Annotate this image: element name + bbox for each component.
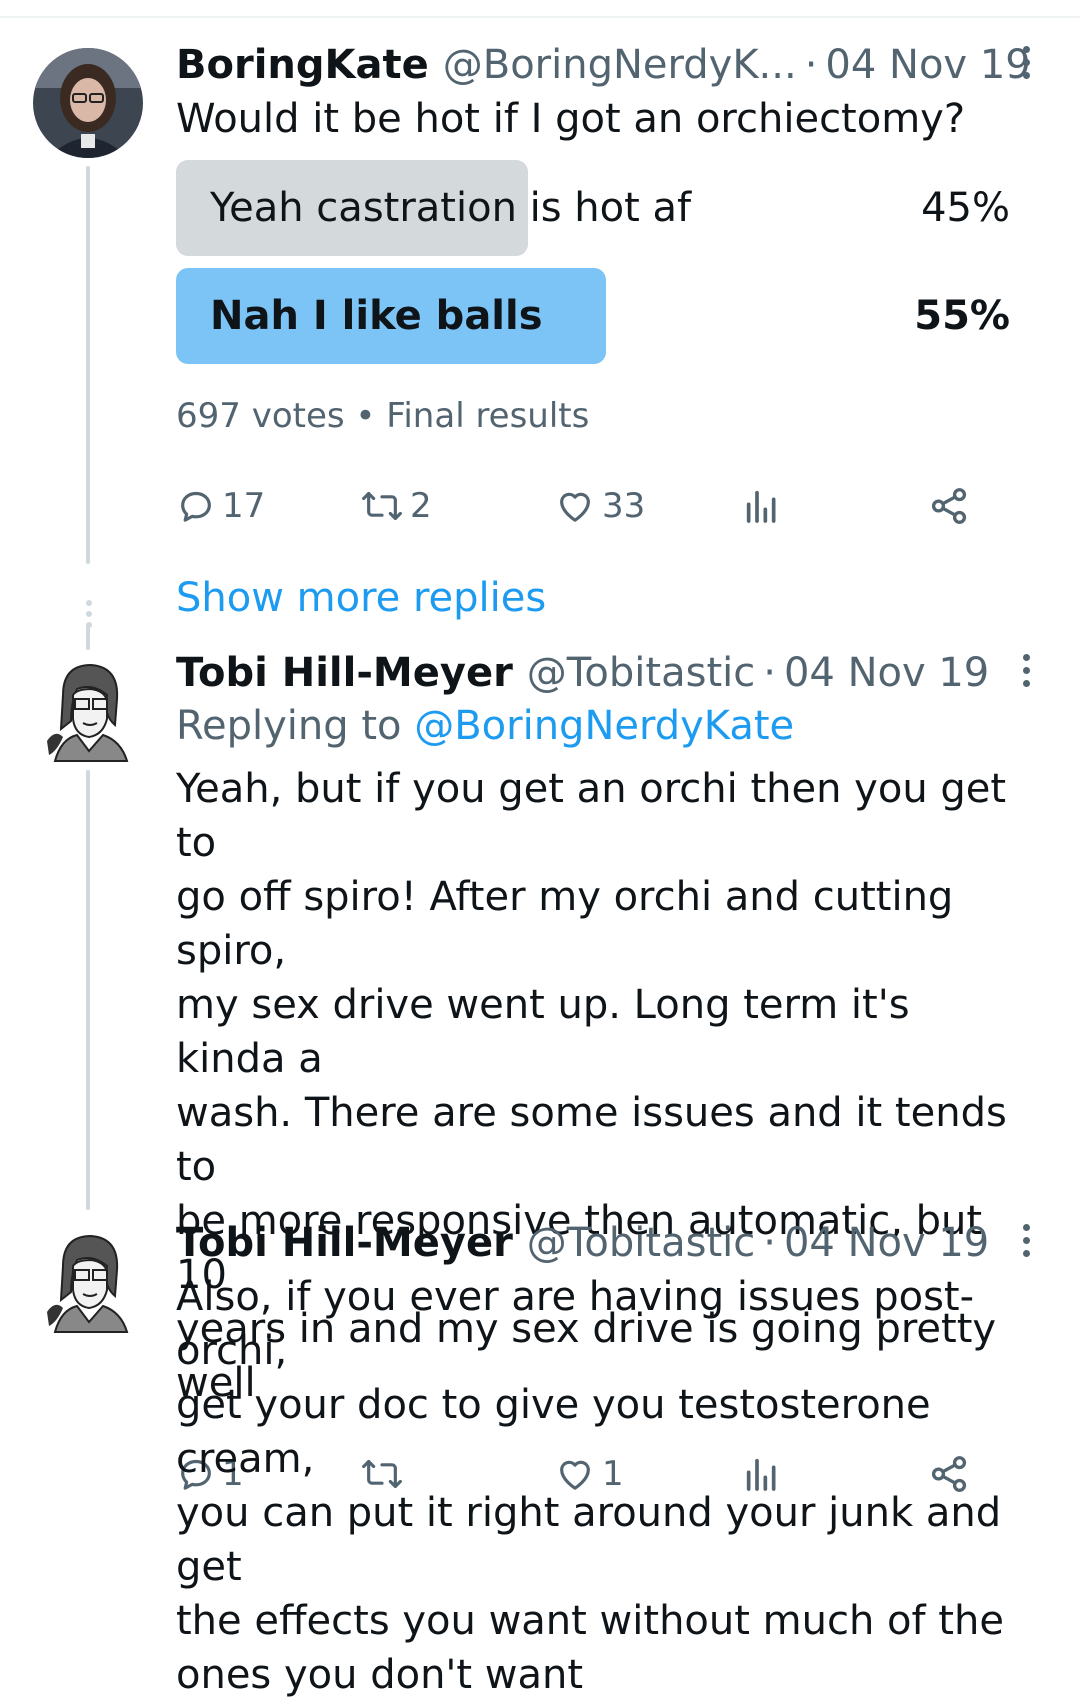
poll-status: Final results (386, 396, 590, 436)
avatar[interactable] (33, 655, 143, 765)
more-options-icon[interactable] (1023, 46, 1030, 79)
tweet-text-line: the effects you want without much of the (176, 1598, 1004, 1644)
user-handle[interactable]: @BoringNerdyK... (443, 40, 797, 90)
tweet-text-line: wash. There are some issues and it tends… (176, 1090, 1007, 1190)
poll-option-percent: 45% (921, 185, 1010, 231)
poll-option-label: Nah I like balls (210, 293, 543, 339)
poll-votes: 697 votes (176, 396, 345, 436)
replying-to-label: Replying to (176, 703, 402, 749)
tweet-text-line: get your doc to give you testosterone cr… (176, 1382, 931, 1482)
tweet-header: Tobi Hill-Meyer @Tobitastic · 04 Nov 19 (176, 648, 1030, 698)
tweet[interactable]: Tobi Hill-Meyer @Tobitastic · 04 Nov 19 … (176, 1218, 1030, 1702)
thread-line (86, 166, 90, 564)
avatar[interactable] (33, 48, 143, 158)
tweet-date[interactable]: 04 Nov 19 (784, 648, 989, 698)
user-handle[interactable]: @Tobitastic (527, 1218, 755, 1268)
display-name[interactable]: Tobi Hill-Meyer (176, 648, 513, 698)
share-icon (931, 488, 967, 524)
avatar[interactable] (33, 1226, 143, 1336)
replying-to: Replying to @BoringNerdyKate (176, 698, 1030, 754)
poll-option-winner: Nah I like balls 55% (176, 268, 1030, 364)
repost-button[interactable]: 2 (360, 476, 432, 536)
thread-line (86, 770, 90, 1210)
tweet-header: BoringKate @BoringNerdyK... · 04 Nov 19 (176, 40, 1031, 90)
analytics-icon (746, 490, 776, 523)
display-name[interactable]: BoringKate (176, 40, 429, 90)
tweet-text-line: ones you don't want (176, 1652, 584, 1698)
thread-line (86, 624, 90, 650)
tweet-text-line: Yeah, but if you get an orchi then you g… (176, 766, 1007, 866)
tweet-date[interactable]: 04 Nov 19 (784, 1218, 989, 1268)
views-button[interactable] (742, 476, 782, 536)
poll-sep: • (355, 396, 376, 436)
like-button[interactable]: 33 (554, 476, 645, 536)
poll-option: Yeah castration is hot af 45% (176, 160, 1030, 256)
heart-icon (560, 492, 590, 522)
poll-option-label: Yeah castration is hot af (210, 185, 692, 231)
user-handle[interactable]: @Tobitastic (527, 648, 755, 698)
more-options-icon[interactable] (1023, 654, 1030, 687)
tweet-date[interactable]: 04 Nov 19 (825, 40, 1030, 90)
poll-meta: 697 votes • Final results (176, 394, 1030, 438)
mention-link[interactable]: @BoringNerdyKate (414, 703, 794, 749)
poll: Yeah castration is hot af 45% Nah I like… (176, 160, 1030, 438)
share-button[interactable] (928, 476, 970, 536)
tweet-text-line: my sex drive went up. Long term it's kin… (176, 982, 910, 1082)
tweet-text-line: you can put it right around your junk an… (176, 1490, 1002, 1590)
poll-option-percent: 55% (914, 293, 1010, 339)
top-divider (0, 16, 1080, 18)
more-options-icon[interactable] (1023, 1224, 1030, 1257)
tweet[interactable]: BoringKate @BoringNerdyK... · 04 Nov 19 … (176, 40, 1031, 536)
separator-dot: · (763, 650, 776, 696)
tweet-text-line: Also, if you ever are having issues post… (176, 1274, 975, 1374)
separator-dot: · (804, 42, 818, 88)
display-name[interactable]: Tobi Hill-Meyer (176, 1218, 513, 1268)
tweet-text: Would it be hot if I got an orchiectomy? (176, 96, 966, 142)
separator-dot: · (763, 1220, 776, 1266)
tweet-text-line: go off spiro! After my orchi and cutting… (176, 874, 954, 974)
like-count: 33 (602, 486, 646, 526)
reply-button[interactable]: 17 (176, 476, 265, 536)
tweet-actions: 17 2 33 (176, 476, 1030, 536)
repost-icon (362, 491, 402, 521)
reply-icon (181, 491, 211, 522)
tweet-text: Also, if you ever are having issues post… (176, 1270, 1030, 1702)
reply-count: 17 (222, 486, 266, 526)
show-more-replies-link[interactable]: Show more replies (176, 572, 546, 624)
tweet-header: Tobi Hill-Meyer @Tobitastic · 04 Nov 19 (176, 1218, 1030, 1268)
repost-count: 2 (410, 486, 432, 526)
